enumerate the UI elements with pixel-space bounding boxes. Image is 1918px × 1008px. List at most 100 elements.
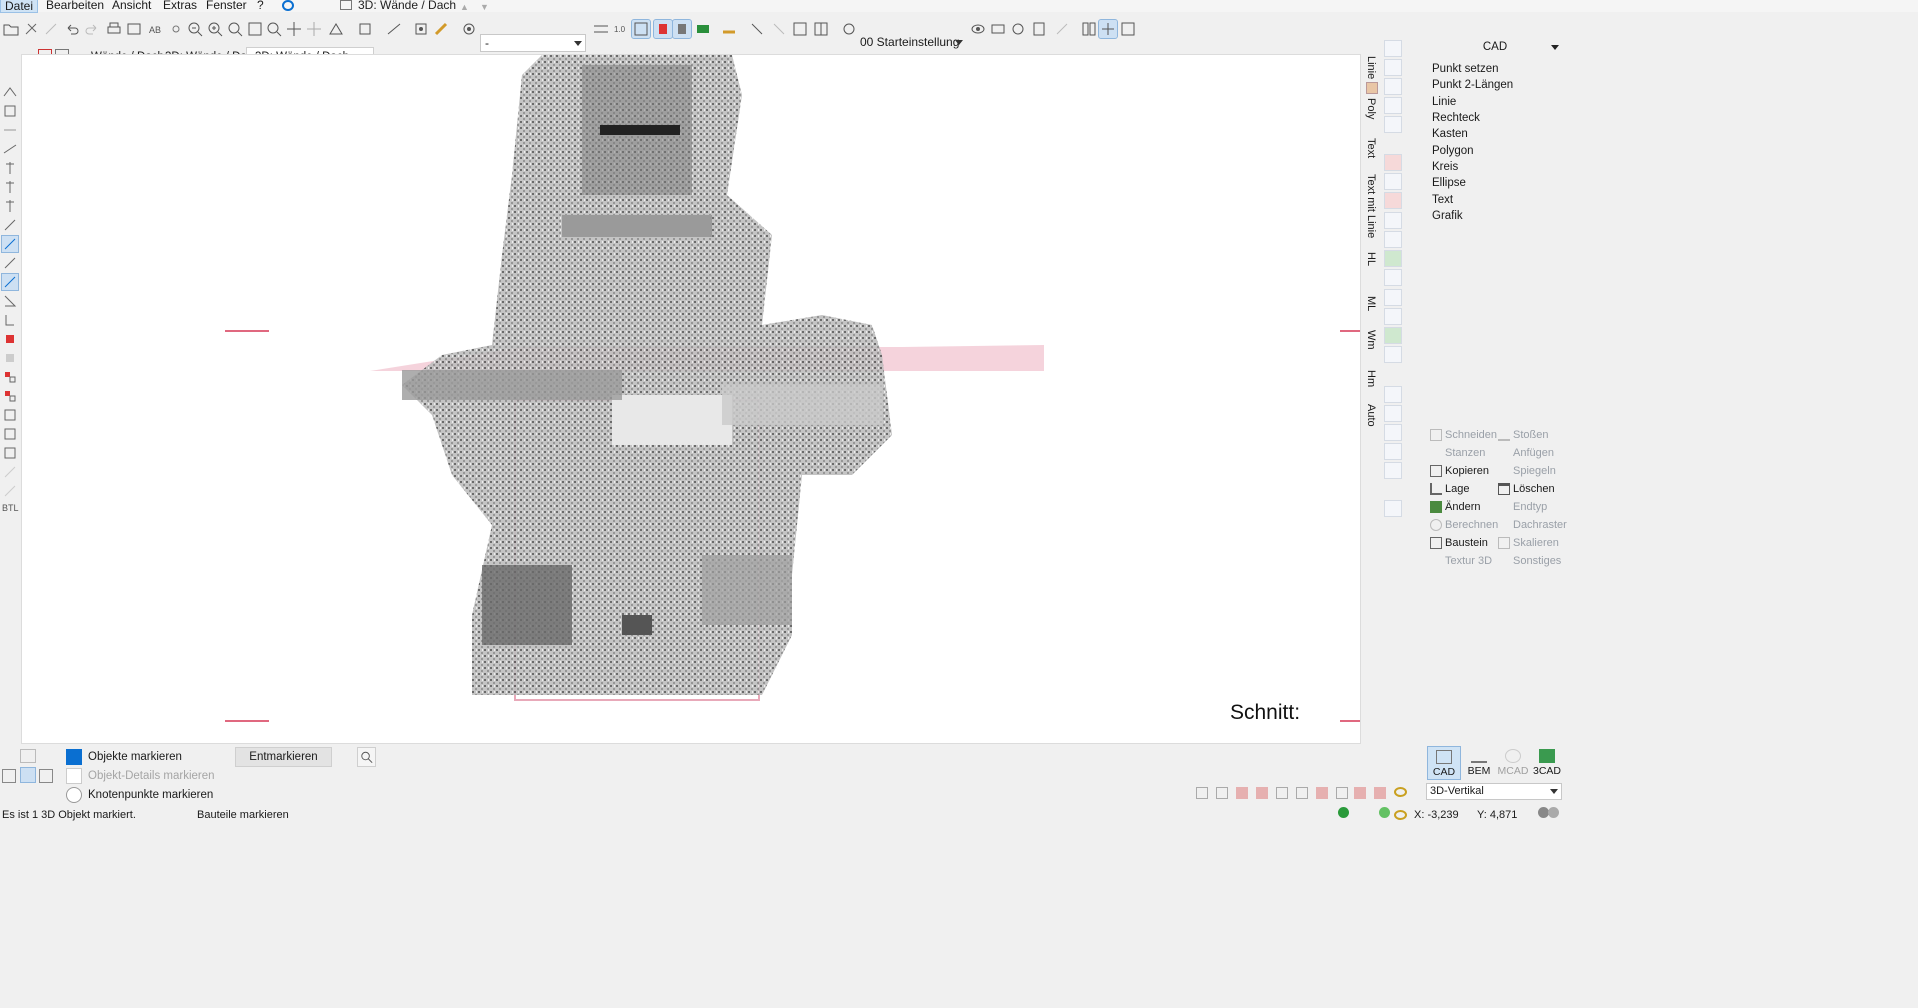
tool-grafik[interactable]: Grafik <box>1432 208 1463 224</box>
snap-7-icon[interactable] <box>1316 787 1328 799</box>
home-icon[interactable] <box>1384 405 1402 422</box>
column-tool-icon[interactable] <box>2 160 18 176</box>
arrow-up-icon[interactable]: ▲ <box>460 2 469 12</box>
opt-knotenpunkte-markieren[interactable]: Knotenpunkte markieren <box>66 786 213 804</box>
view-cam-icon[interactable] <box>989 20 1007 38</box>
tool-text[interactable]: Text <box>1432 192 1453 208</box>
point-tool-icon[interactable] <box>2 217 18 233</box>
red-marker-icon[interactable] <box>1384 154 1402 171</box>
object-snap-icon[interactable] <box>356 20 374 38</box>
tool-kreis[interactable]: Kreis <box>1432 159 1458 175</box>
tool-kasten[interactable]: Kasten <box>1432 126 1468 142</box>
small-2-icon[interactable] <box>1384 346 1402 363</box>
vtab-hm[interactable]: Hm <box>1365 370 1377 387</box>
hierarchy-icon[interactable] <box>1119 20 1137 38</box>
arrow-down-icon[interactable]: ▼ <box>480 2 489 12</box>
snap-3-icon[interactable] <box>1236 787 1248 799</box>
color-swatch[interactable] <box>1366 82 1378 94</box>
print-icon[interactable] <box>105 20 123 38</box>
document-2-icon[interactable] <box>1384 231 1402 248</box>
snap-6-icon[interactable] <box>1296 787 1308 799</box>
section-icon[interactable] <box>592 20 610 38</box>
menu-extras[interactable]: Extras <box>159 0 201 11</box>
vtab-linie[interactable]: Linie <box>1365 56 1377 79</box>
pan-icon[interactable] <box>285 20 303 38</box>
tool-punkt-setzen[interactable]: Punkt setzen <box>1432 61 1498 77</box>
layers-2-icon[interactable] <box>2 769 16 783</box>
eye-snap-icon[interactable] <box>1394 787 1407 797</box>
snap-grid-icon[interactable] <box>1098 19 1118 39</box>
visibility-eye-icon[interactable] <box>1394 810 1407 820</box>
module-mcad[interactable]: MCAD <box>1496 746 1530 780</box>
table-icon[interactable] <box>1384 308 1402 325</box>
orbit-icon[interactable] <box>305 20 323 38</box>
plate-tool-icon[interactable] <box>2 426 18 442</box>
grid-icon[interactable] <box>791 20 809 38</box>
menu-help[interactable]: ? <box>253 0 268 11</box>
red-part-tool-icon[interactable] <box>2 331 18 347</box>
tool-linie[interactable]: Linie <box>1432 94 1456 110</box>
light-icon[interactable] <box>167 20 185 38</box>
module-cad[interactable]: CAD <box>1427 746 1461 780</box>
vtab-text-mit-linie[interactable]: Text mit Linie <box>1365 174 1377 238</box>
bracket-tool-icon[interactable] <box>2 312 18 328</box>
zoom-in-icon[interactable] <box>206 20 224 38</box>
opt-objekte-markieren[interactable]: Objekte markieren <box>66 748 182 766</box>
layers-active-icon[interactable] <box>20 767 36 783</box>
snap-1-icon[interactable] <box>1196 787 1208 799</box>
structure-icon[interactable] <box>1080 20 1098 38</box>
settings-icon[interactable] <box>460 20 478 38</box>
snap-8-icon[interactable] <box>1336 787 1348 799</box>
grid-tool-icon[interactable] <box>2 445 18 461</box>
layers-icon[interactable] <box>20 749 36 763</box>
3d-viewport[interactable]: Schnitt: <box>21 54 1361 744</box>
viewport-layout-icon[interactable] <box>812 20 830 38</box>
house-icon[interactable] <box>1384 78 1402 95</box>
house-4-icon[interactable] <box>1384 173 1402 190</box>
tool-ellipse[interactable]: Ellipse <box>1432 175 1466 191</box>
line-tool-icon[interactable] <box>2 255 18 271</box>
joint-tool-icon[interactable] <box>2 388 18 404</box>
menu-fenster[interactable]: Fenster <box>202 0 251 11</box>
dot-3-icon[interactable] <box>1384 462 1402 479</box>
edit-tool-icon[interactable] <box>1 273 19 291</box>
snap-10-icon[interactable] <box>1374 787 1386 799</box>
dimension-icon[interactable]: 1.0 <box>612 20 630 38</box>
model-color-icon[interactable] <box>694 20 712 38</box>
dot-icon[interactable] <box>1384 424 1402 441</box>
house-2-icon[interactable] <box>1384 97 1402 114</box>
strut-tool-icon[interactable] <box>2 198 18 214</box>
house-3-icon[interactable] <box>1384 116 1402 133</box>
snap-4-icon[interactable] <box>1256 787 1268 799</box>
small-icon[interactable] <box>1384 269 1402 286</box>
sync-icon[interactable] <box>282 0 294 11</box>
beam-tool-icon[interactable] <box>2 122 18 138</box>
red-marker-2-icon[interactable] <box>1384 192 1402 209</box>
cmd-kopieren[interactable]: Kopieren <box>1430 465 1489 477</box>
bolt-tool-icon[interactable] <box>2 407 18 423</box>
vtab-auto[interactable]: Auto <box>1365 404 1377 427</box>
info-icon[interactable] <box>1030 20 1048 38</box>
cmd-baustein[interactable]: Baustein <box>1430 537 1488 549</box>
view-mode-select[interactable]: 3D-Vertikal <box>1426 783 1562 800</box>
menu-bearbeiten[interactable]: Bearbeiten <box>42 0 108 11</box>
grid-icon[interactable] <box>1384 289 1402 306</box>
vtab-poly[interactable]: Poly <box>1365 98 1377 119</box>
open-folder-icon[interactable] <box>2 20 20 38</box>
select-tool-icon[interactable] <box>1 235 19 253</box>
plot-icon[interactable] <box>125 20 143 38</box>
green-chart-icon[interactable] <box>1384 327 1402 344</box>
layers-3-icon[interactable] <box>39 769 53 783</box>
measure-icon[interactable] <box>385 20 403 38</box>
unmark-button[interactable]: Entmarkieren <box>235 747 332 767</box>
cmd-loeschen[interactable]: Löschen <box>1498 483 1555 495</box>
pen-icon[interactable] <box>432 20 450 38</box>
render-icon[interactable] <box>672 19 692 39</box>
chevron-down-icon[interactable] <box>1551 45 1559 50</box>
vtab-text[interactable]: Text <box>1365 138 1377 158</box>
layout-icon[interactable] <box>1384 59 1402 76</box>
document-icon[interactable] <box>1384 212 1402 229</box>
dot-2-icon[interactable] <box>1384 443 1402 460</box>
find-text-icon[interactable]: AB <box>147 20 165 38</box>
snap-icon[interactable] <box>327 20 345 38</box>
